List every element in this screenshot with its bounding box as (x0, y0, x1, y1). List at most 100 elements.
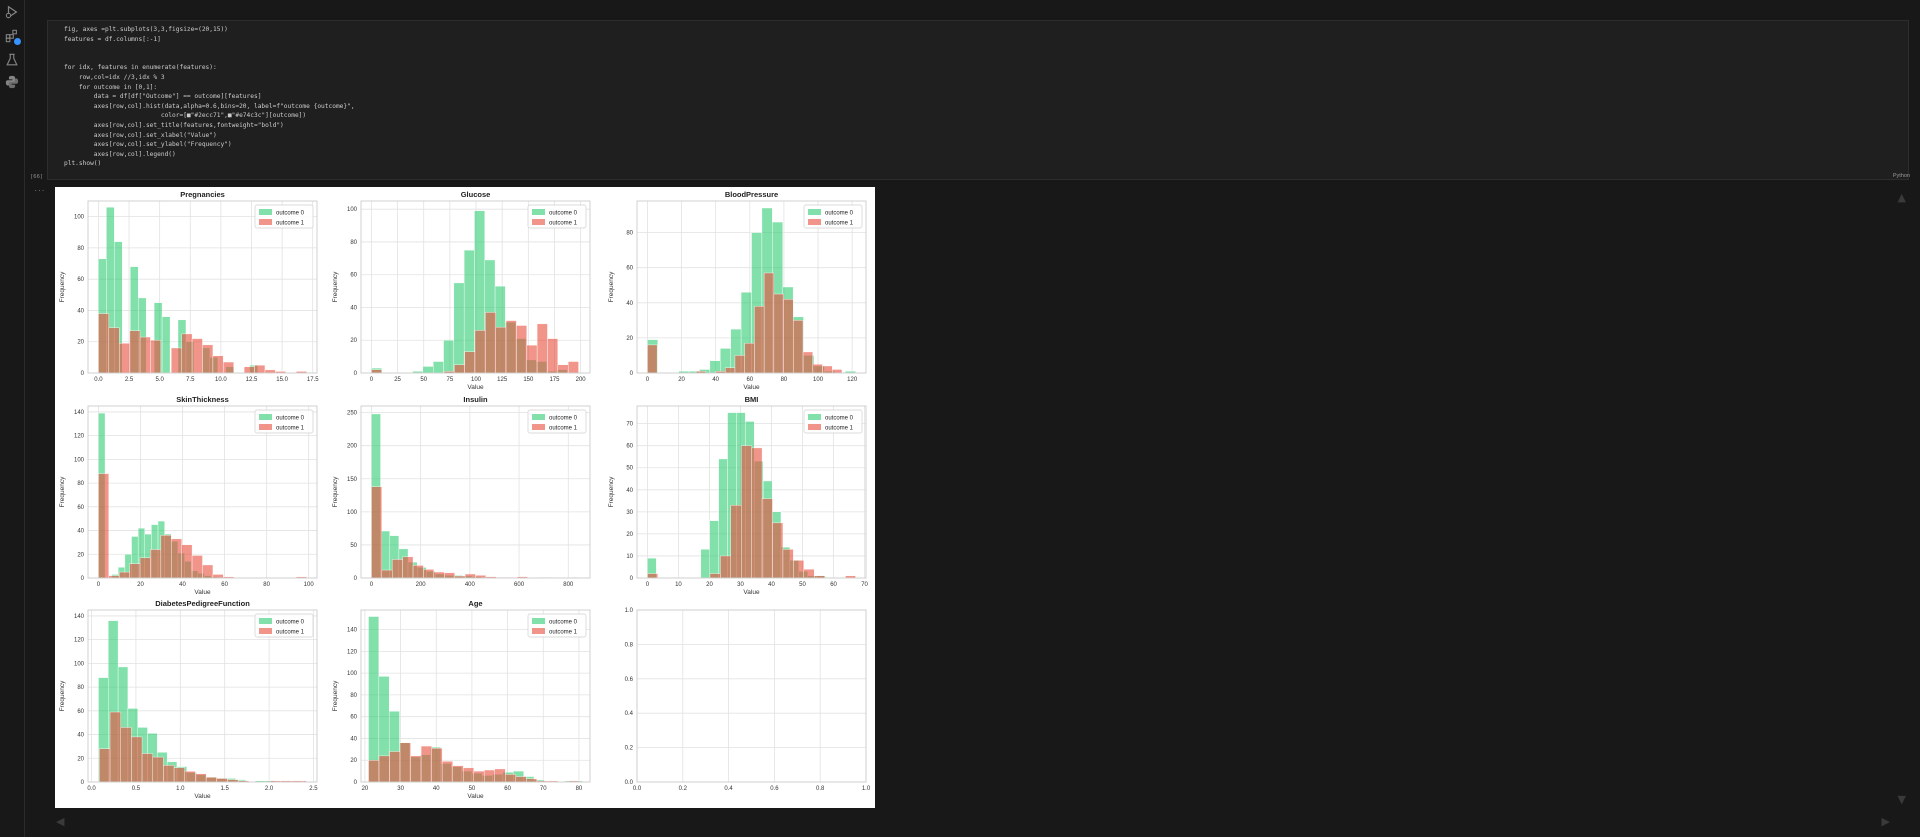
histogram-bar (464, 351, 476, 374)
histogram-bar (485, 312, 496, 374)
x-tick-label: 70 (861, 582, 868, 588)
histogram-bar (205, 777, 217, 783)
code-line: features = df.columns[:-1] (64, 35, 161, 43)
x-tick-label: 0 (370, 377, 374, 383)
histogram-bar (431, 748, 443, 783)
y-tick-label: 20 (77, 340, 84, 346)
histogram-bar (131, 736, 143, 783)
y-tick-label: 0 (81, 576, 85, 582)
histogram-bar (173, 767, 185, 783)
y-tick-label: 20 (350, 338, 357, 344)
y-tick-label: 0.2 (625, 746, 634, 752)
y-tick-label: 40 (626, 488, 633, 494)
y-axis-label: Frequency (332, 680, 339, 711)
y-tick-label: 60 (350, 273, 357, 279)
x-tick-label: 60 (504, 786, 511, 792)
scroll-up-icon[interactable]: ▲ (1898, 191, 1906, 204)
histogram-bar (803, 568, 815, 579)
histogram-bar (181, 333, 193, 374)
x-tick-label: 10.0 (215, 377, 227, 383)
x-tick-label: 12.5 (246, 377, 258, 383)
histogram-bar (832, 369, 843, 374)
histogram-bar (433, 361, 444, 374)
output-ellipsis[interactable]: ... (34, 186, 45, 193)
code-line: color=[■"#2ecc71",■"#e74c3c"][outcome]) (64, 112, 307, 120)
legend-swatch (532, 209, 545, 215)
scroll-left-icon[interactable]: ◀ (56, 815, 64, 828)
x-tick-label: 40 (179, 582, 186, 588)
histogram-bar (441, 761, 453, 783)
y-tick-label: 120 (74, 434, 85, 440)
x-tick-label: 7.5 (186, 377, 195, 383)
legend-swatch (259, 628, 272, 634)
histogram-bar (516, 325, 527, 374)
legend-swatch (259, 618, 272, 624)
histogram-bar (389, 751, 401, 783)
y-tick-label: 80 (77, 685, 84, 691)
x-tick-label: 20 (362, 786, 369, 792)
histogram-bar (452, 765, 464, 783)
y-tick-label: 100 (347, 671, 358, 677)
x-tick-label: 0.5 (132, 786, 141, 792)
histogram-bar (454, 364, 465, 374)
language-indicator[interactable]: Python (1893, 173, 1910, 179)
histogram-bar (223, 361, 234, 374)
x-tick-label: 30 (397, 786, 404, 792)
histogram-bar (98, 473, 110, 579)
scroll-down-icon[interactable]: ▼ (1898, 793, 1906, 806)
extensions-icon[interactable] (4, 28, 21, 45)
histogram-bar (423, 569, 435, 579)
histogram-bar (754, 306, 765, 374)
histogram-bar (402, 556, 414, 579)
histogram-bar (433, 571, 445, 579)
y-tick-label: 0 (354, 576, 358, 582)
y-tick-label: 0.0 (625, 780, 634, 786)
y-tick-label: 20 (350, 758, 357, 764)
histogram-bar (216, 778, 228, 783)
x-axis-label: Value (467, 384, 484, 391)
x-tick-label: 50 (469, 786, 476, 792)
x-tick-label: 150 (523, 377, 534, 383)
x-tick-label: 80 (263, 582, 270, 588)
y-tick-label: 0 (81, 371, 85, 377)
x-tick-label: 0.4 (724, 786, 733, 792)
legend-label: outcome 1 (276, 426, 305, 432)
notification-badge (14, 38, 21, 45)
histogram-bar (161, 316, 171, 374)
histogram-bar (709, 520, 719, 579)
activity-bar (0, 0, 25, 837)
run-debug-icon[interactable] (4, 4, 20, 20)
histogram-bar (181, 544, 193, 579)
y-tick-label: 100 (347, 510, 358, 516)
subplot-title: BMI (745, 395, 759, 404)
histogram-bar (730, 505, 742, 579)
histogram-bar (547, 338, 559, 374)
y-tick-label: 40 (626, 301, 633, 307)
x-tick-label: 200 (416, 582, 427, 588)
x-tick-label: 5.0 (155, 377, 164, 383)
x-axis-label: Value (194, 589, 211, 596)
x-tick-label: 2.5 (309, 786, 318, 792)
subplot: 20 30 40 50 60 70 80 0 20 40 60 80 100 120 140 Age Value… (332, 599, 591, 800)
histogram-bar (171, 538, 182, 579)
testing-icon[interactable] (4, 52, 20, 68)
code-line: for outcome in [0,1]: (64, 83, 158, 91)
x-tick-label: 0 (646, 377, 650, 383)
legend-label: outcome 1 (549, 221, 578, 227)
x-axis-label: Value (194, 793, 211, 800)
legend-label: outcome 1 (276, 221, 305, 227)
y-tick-label: 140 (74, 410, 85, 416)
subplot-title: Glucose (461, 190, 491, 199)
histogram-bar (567, 361, 579, 374)
histogram-bar (720, 555, 732, 579)
python-icon[interactable] (4, 74, 20, 90)
scroll-right-icon[interactable]: ▶ (1882, 815, 1890, 828)
histogram-bar (368, 616, 380, 783)
histogram-bar (254, 364, 266, 374)
code-cell[interactable]: fig, axes =plt.subplots(3,3,figsize=(20,… (47, 20, 1909, 180)
code-line: data = df[df["Outcome"] == outcome][feat… (64, 93, 262, 101)
y-tick-label: 100 (74, 215, 85, 221)
code-editor[interactable]: fig, axes =plt.subplots(3,3,figsize=(20,… (64, 25, 355, 169)
x-tick-label: 2.0 (265, 786, 274, 792)
x-tick-label: 17.5 (307, 377, 319, 383)
